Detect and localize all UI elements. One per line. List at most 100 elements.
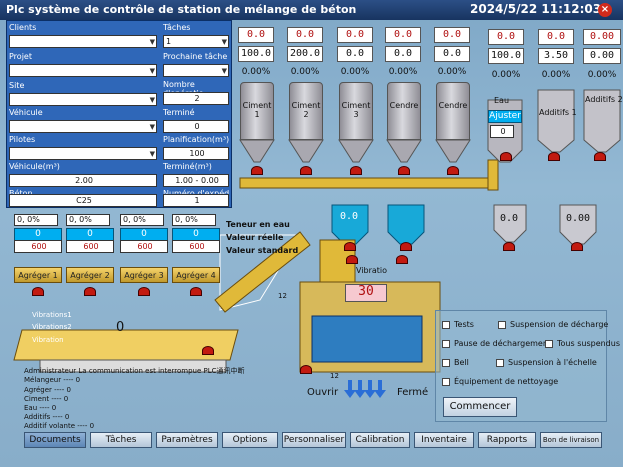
commencer-button[interactable]: Commencer bbox=[443, 397, 517, 417]
option-tous-suspendus[interactable]: Tous suspendus bbox=[545, 339, 620, 348]
checkbox-icon bbox=[442, 339, 450, 348]
discharge-arrow bbox=[344, 380, 356, 398]
tab-parametres[interactable]: Paramètres bbox=[156, 432, 218, 448]
tab-inventaire[interactable]: Inventaire bbox=[414, 432, 474, 448]
aggregate-bin-3: Agréger 3 bbox=[120, 267, 168, 283]
checkbox-icon bbox=[498, 320, 506, 329]
valve-indicator bbox=[32, 287, 44, 296]
discharge-arrow bbox=[354, 380, 366, 398]
valve-indicator bbox=[396, 255, 408, 264]
valve-indicator bbox=[447, 166, 459, 175]
incline-belt bbox=[214, 231, 311, 313]
n12b-label: 12 bbox=[330, 372, 339, 380]
vibrations1-label: Vibrations1 bbox=[32, 311, 72, 319]
additifs2-label: Additifs 2 bbox=[585, 95, 623, 104]
valve-indicator bbox=[503, 242, 515, 251]
flat-belt bbox=[13, 329, 239, 361]
silo-cone bbox=[386, 139, 422, 163]
aggregate-bin-1: Agréger 1 bbox=[14, 267, 62, 283]
valve-indicator bbox=[346, 255, 358, 264]
aggregate-standard: 600 bbox=[120, 240, 168, 253]
option-bell[interactable]: Bell bbox=[442, 358, 469, 367]
silo-cone bbox=[435, 139, 471, 163]
water-scale-value: 0.0 bbox=[499, 213, 519, 224]
mixer-drum bbox=[311, 315, 423, 363]
discharge-arrow bbox=[374, 380, 386, 398]
checkbox-icon bbox=[442, 377, 450, 386]
checkbox-icon bbox=[496, 358, 504, 367]
belt-count: 0 bbox=[116, 320, 125, 335]
status-line: Administrateur La communication est inte… bbox=[24, 367, 245, 375]
discharge-arrow bbox=[364, 380, 376, 398]
legend-standard: Valeur standard bbox=[226, 246, 299, 255]
valve-indicator bbox=[84, 287, 96, 296]
valve-indicator bbox=[251, 166, 263, 175]
additifs1-label: Additifs 1 bbox=[539, 108, 577, 117]
status-line: Eau ---- 0 bbox=[24, 404, 57, 412]
cement-scale-value: 0.0 bbox=[339, 211, 359, 222]
checkbox-icon bbox=[442, 358, 450, 367]
checkbox-icon bbox=[442, 320, 450, 329]
tab-personnaliser[interactable]: Personnaliser bbox=[282, 432, 346, 448]
option-tests[interactable]: Tests bbox=[442, 320, 474, 329]
tab-documents[interactable]: Documents bbox=[24, 432, 86, 448]
aggregate-select[interactable]: 0, 0% bbox=[172, 214, 216, 226]
valve-indicator bbox=[202, 346, 214, 355]
vibratio-label: Vibratio bbox=[356, 266, 388, 275]
aggregate-bin-4: Agréger 4 bbox=[172, 267, 220, 283]
ajuster-value[interactable]: 0 bbox=[490, 125, 514, 138]
vibrations2-label: Vibrations2 bbox=[32, 323, 72, 331]
valve-indicator bbox=[138, 287, 150, 296]
aggregate-standard: 600 bbox=[66, 240, 114, 253]
option-nettoyage[interactable]: Équipement de nettoyage bbox=[442, 377, 558, 386]
checkbox-icon bbox=[545, 339, 553, 348]
status-line: Additifs ---- 0 bbox=[24, 413, 70, 421]
aggregate-standard: 600 bbox=[14, 240, 62, 253]
status-line: Additif volante ---- 0 bbox=[24, 422, 95, 430]
valve-indicator bbox=[594, 152, 606, 161]
valve-indicator bbox=[500, 152, 512, 161]
option-suspension-decharge[interactable]: Suspension de décharge bbox=[498, 320, 608, 329]
valve-indicator bbox=[571, 242, 583, 251]
ajuster-button[interactable]: Ajuster bbox=[488, 110, 522, 123]
tab-bon-livraison[interactable]: Bon de livraison bbox=[540, 432, 602, 448]
status-line: Ciment ---- 0 bbox=[24, 395, 69, 403]
aggregate-select[interactable]: 0, 0% bbox=[66, 214, 110, 226]
valve-indicator bbox=[190, 287, 202, 296]
aggregate-select[interactable]: 0, 0% bbox=[120, 214, 164, 226]
tab-options[interactable]: Options bbox=[222, 432, 278, 448]
valve-indicator bbox=[350, 166, 362, 175]
vibration-label: Vibration bbox=[32, 336, 64, 344]
ferme-label: Fermé bbox=[397, 387, 429, 398]
valve-indicator bbox=[344, 242, 356, 251]
additive-tank-1 bbox=[537, 89, 575, 153]
additive-scale-value: 0.00 bbox=[565, 213, 591, 224]
ouvrir-label: Ouvrir bbox=[307, 387, 339, 398]
screw-conveyor-vertical bbox=[487, 159, 499, 191]
valve-indicator bbox=[398, 166, 410, 175]
valve-indicator bbox=[300, 365, 312, 374]
n12a-label: 12 bbox=[278, 292, 287, 300]
aggregate-select[interactable]: 0, 0% bbox=[14, 214, 58, 226]
mixer-timer: 30 bbox=[345, 284, 387, 302]
silo-cone bbox=[288, 139, 324, 163]
aggregate-standard: 600 bbox=[172, 240, 220, 253]
status-line: Agréger ---- 0 bbox=[24, 386, 71, 394]
tab-calibration[interactable]: Calibration bbox=[350, 432, 410, 448]
option-pause-dechargement[interactable]: Pause de déchargement bbox=[442, 339, 551, 348]
aggregate-bin-2: Agréger 2 bbox=[66, 267, 114, 283]
scada-screen: Plc système de contrôle de station de mé… bbox=[0, 0, 623, 467]
eau-label: Eau bbox=[494, 96, 510, 105]
tab-rapports[interactable]: Rapports bbox=[478, 432, 536, 448]
screw-conveyor bbox=[239, 177, 491, 189]
valve-indicator bbox=[400, 242, 412, 251]
valve-indicator bbox=[548, 152, 560, 161]
silo-cone bbox=[239, 139, 275, 163]
tab-taches[interactable]: Tâches bbox=[90, 432, 152, 448]
legend-teneur: Teneur en eau bbox=[226, 220, 290, 229]
silo-cone bbox=[338, 139, 374, 163]
legend-reelle: Valeur réelle bbox=[226, 233, 284, 242]
valve-indicator bbox=[300, 166, 312, 175]
option-suspension-echelle[interactable]: Suspension à l'échelle bbox=[496, 358, 597, 367]
status-line: Mélangeur ---- 0 bbox=[24, 376, 81, 384]
